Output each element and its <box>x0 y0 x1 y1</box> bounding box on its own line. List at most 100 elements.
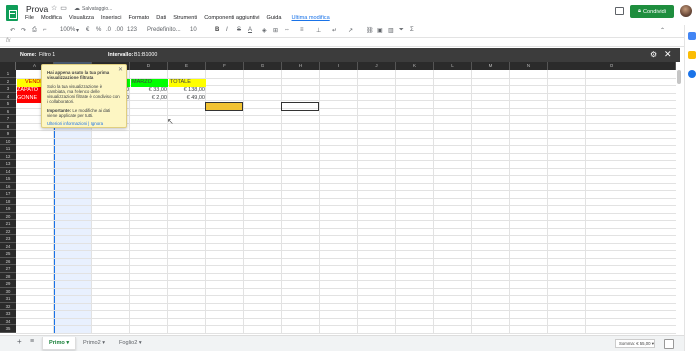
row-header[interactable]: 5 <box>0 100 16 108</box>
menu-view[interactable]: Visualizza <box>69 15 94 24</box>
text-wrap-icon[interactable]: ↵ <box>332 27 337 34</box>
increase-decimals-button[interactable]: .00 <box>115 27 123 33</box>
row-header[interactable]: 24 <box>0 242 16 250</box>
keep-icon[interactable] <box>688 51 696 59</box>
sheets-logo-icon[interactable] <box>6 5 18 21</box>
menu-addons[interactable]: Componenti aggiuntivi <box>204 15 259 24</box>
column-header-j[interactable]: J <box>358 62 396 70</box>
menu-data[interactable]: Dati <box>156 15 166 24</box>
formula-bar[interactable]: fx <box>0 38 700 47</box>
insert-comment-icon[interactable]: ▣ <box>377 27 383 34</box>
row-header[interactable]: 7 <box>0 115 16 123</box>
cell-f6-highlighted[interactable] <box>205 102 243 111</box>
column-header-f[interactable]: F <box>206 62 244 70</box>
row-header[interactable]: 26 <box>0 257 16 265</box>
explore-icon[interactable] <box>664 339 674 349</box>
row-header[interactable]: 17 <box>0 190 16 198</box>
column-header-i[interactable]: I <box>320 62 358 70</box>
undo-icon[interactable]: ↶ <box>10 27 15 34</box>
font-select[interactable]: Predefinito... <box>147 27 181 33</box>
row-header[interactable]: 12 <box>0 152 16 160</box>
cell-e2[interactable]: TOTALE <box>169 79 206 87</box>
fill-color-icon[interactable]: ◈ <box>262 27 267 34</box>
menu-edit[interactable]: Modifica <box>41 15 62 24</box>
comments-icon[interactable] <box>615 7 624 15</box>
strikethrough-button[interactable]: S <box>237 27 241 33</box>
number-format-select[interactable]: 123 <box>127 27 137 33</box>
filter-name-field[interactable]: Filtro 1 <box>39 52 55 58</box>
cell-h6-outlined[interactable] <box>281 102 319 111</box>
percent-button[interactable]: % <box>96 27 101 33</box>
add-sheet-icon[interactable]: + <box>17 337 22 346</box>
paint-format-icon[interactable]: ⌐ <box>43 27 47 33</box>
row-header[interactable]: 16 <box>0 182 16 190</box>
last-edit-link[interactable]: Ultima modifica <box>291 15 329 24</box>
row-header[interactable]: 22 <box>0 227 16 235</box>
calendar-icon[interactable] <box>688 32 696 40</box>
row-header[interactable]: 23 <box>0 235 16 243</box>
select-all-corner[interactable] <box>0 62 16 70</box>
folder-move-icon[interactable]: ▭ <box>60 5 70 12</box>
zoom-dropdown-icon[interactable]: ▾ <box>76 27 79 34</box>
gear-icon[interactable]: ⚙ <box>650 50 657 59</box>
row-header[interactable]: 20 <box>0 212 16 220</box>
document-title[interactable]: Prova <box>26 4 48 14</box>
row-header[interactable]: 9 <box>0 130 16 138</box>
sum-indicator[interactable]: Somma: € 55,00 ▾ <box>615 339 655 348</box>
avatar[interactable] <box>680 5 692 17</box>
tab-primo2[interactable]: Primo2 ▾ <box>77 337 111 350</box>
column-header-m[interactable]: M <box>472 62 510 70</box>
text-color-button[interactable]: A <box>248 27 252 33</box>
vertical-scrollbar[interactable] <box>677 70 681 84</box>
close-icon[interactable]: ✕ <box>664 49 672 60</box>
insert-chart-icon[interactable]: ▥ <box>388 27 394 34</box>
row-header[interactable]: 1 <box>0 70 16 78</box>
row-header[interactable]: 10 <box>0 137 16 145</box>
decrease-decimals-button[interactable]: .0 <box>106 27 111 33</box>
menu-help[interactable]: Guida <box>267 15 282 24</box>
column-header-d[interactable]: D <box>130 62 168 70</box>
filter-icon[interactable]: ⏷ <box>399 27 404 34</box>
share-button[interactable]: 🔒︎ Condividi <box>630 5 674 18</box>
row-header[interactable]: 27 <box>0 265 16 273</box>
row-header[interactable]: 13 <box>0 160 16 168</box>
tab-primo[interactable]: Primo ▾ <box>42 337 77 350</box>
column-header-e[interactable]: E <box>168 62 206 70</box>
text-rotate-icon[interactable]: ↗ <box>348 27 353 34</box>
align-horizontal-icon[interactable]: ≡ <box>300 27 304 33</box>
bold-button[interactable]: B <box>215 27 219 33</box>
row-header[interactable]: 19 <box>0 205 16 213</box>
column-header-l[interactable]: L <box>434 62 472 70</box>
menu-insert[interactable]: Inserisci <box>101 15 122 24</box>
tasks-icon[interactable] <box>688 70 696 78</box>
cell-e3[interactable]: € 138,00 <box>169 87 205 95</box>
row-header[interactable]: 35 <box>0 325 16 333</box>
merge-cells-icon[interactable]: ⇔ <box>284 27 290 33</box>
print-icon[interactable]: ⎙ <box>32 27 37 34</box>
font-size-select[interactable]: 10 <box>190 27 197 33</box>
row-header[interactable]: 4 <box>0 92 16 100</box>
tab-foglio2[interactable]: Foglio2 ▾ <box>113 337 148 350</box>
filter-range-field[interactable]: B1:B1000 <box>134 52 157 58</box>
cell-e4[interactable]: € 49,00 <box>169 95 205 103</box>
row-header[interactable]: 3 <box>0 85 16 93</box>
row-header[interactable]: 28 <box>0 272 16 280</box>
column-header-g[interactable]: G <box>244 62 282 70</box>
menu-tools[interactable]: Strumenti <box>173 15 197 24</box>
star-icon[interactable]: ☆ <box>51 5 60 12</box>
column-header-k[interactable]: K <box>396 62 434 70</box>
function-button[interactable]: Σ <box>410 27 414 33</box>
cell-d4[interactable]: € 2,00 <box>131 95 167 103</box>
row-header[interactable]: 11 <box>0 145 16 153</box>
row-header[interactable]: 30 <box>0 287 16 295</box>
redo-icon[interactable]: ↷ <box>21 27 26 34</box>
row-header[interactable]: 29 <box>0 280 16 288</box>
insert-link-icon[interactable]: ⛓ <box>366 27 374 34</box>
collapse-toolbar-icon[interactable]: ⌃ <box>660 27 665 34</box>
row-header[interactable]: 33 <box>0 310 16 318</box>
row-header[interactable]: 34 <box>0 317 16 325</box>
column-header-n[interactable]: N <box>510 62 548 70</box>
all-sheets-icon[interactable]: ≡ <box>30 338 34 345</box>
popup-links[interactable]: Ulteriori informazioni | Ignora <box>47 121 121 126</box>
close-icon[interactable]: ✕ <box>118 66 123 73</box>
